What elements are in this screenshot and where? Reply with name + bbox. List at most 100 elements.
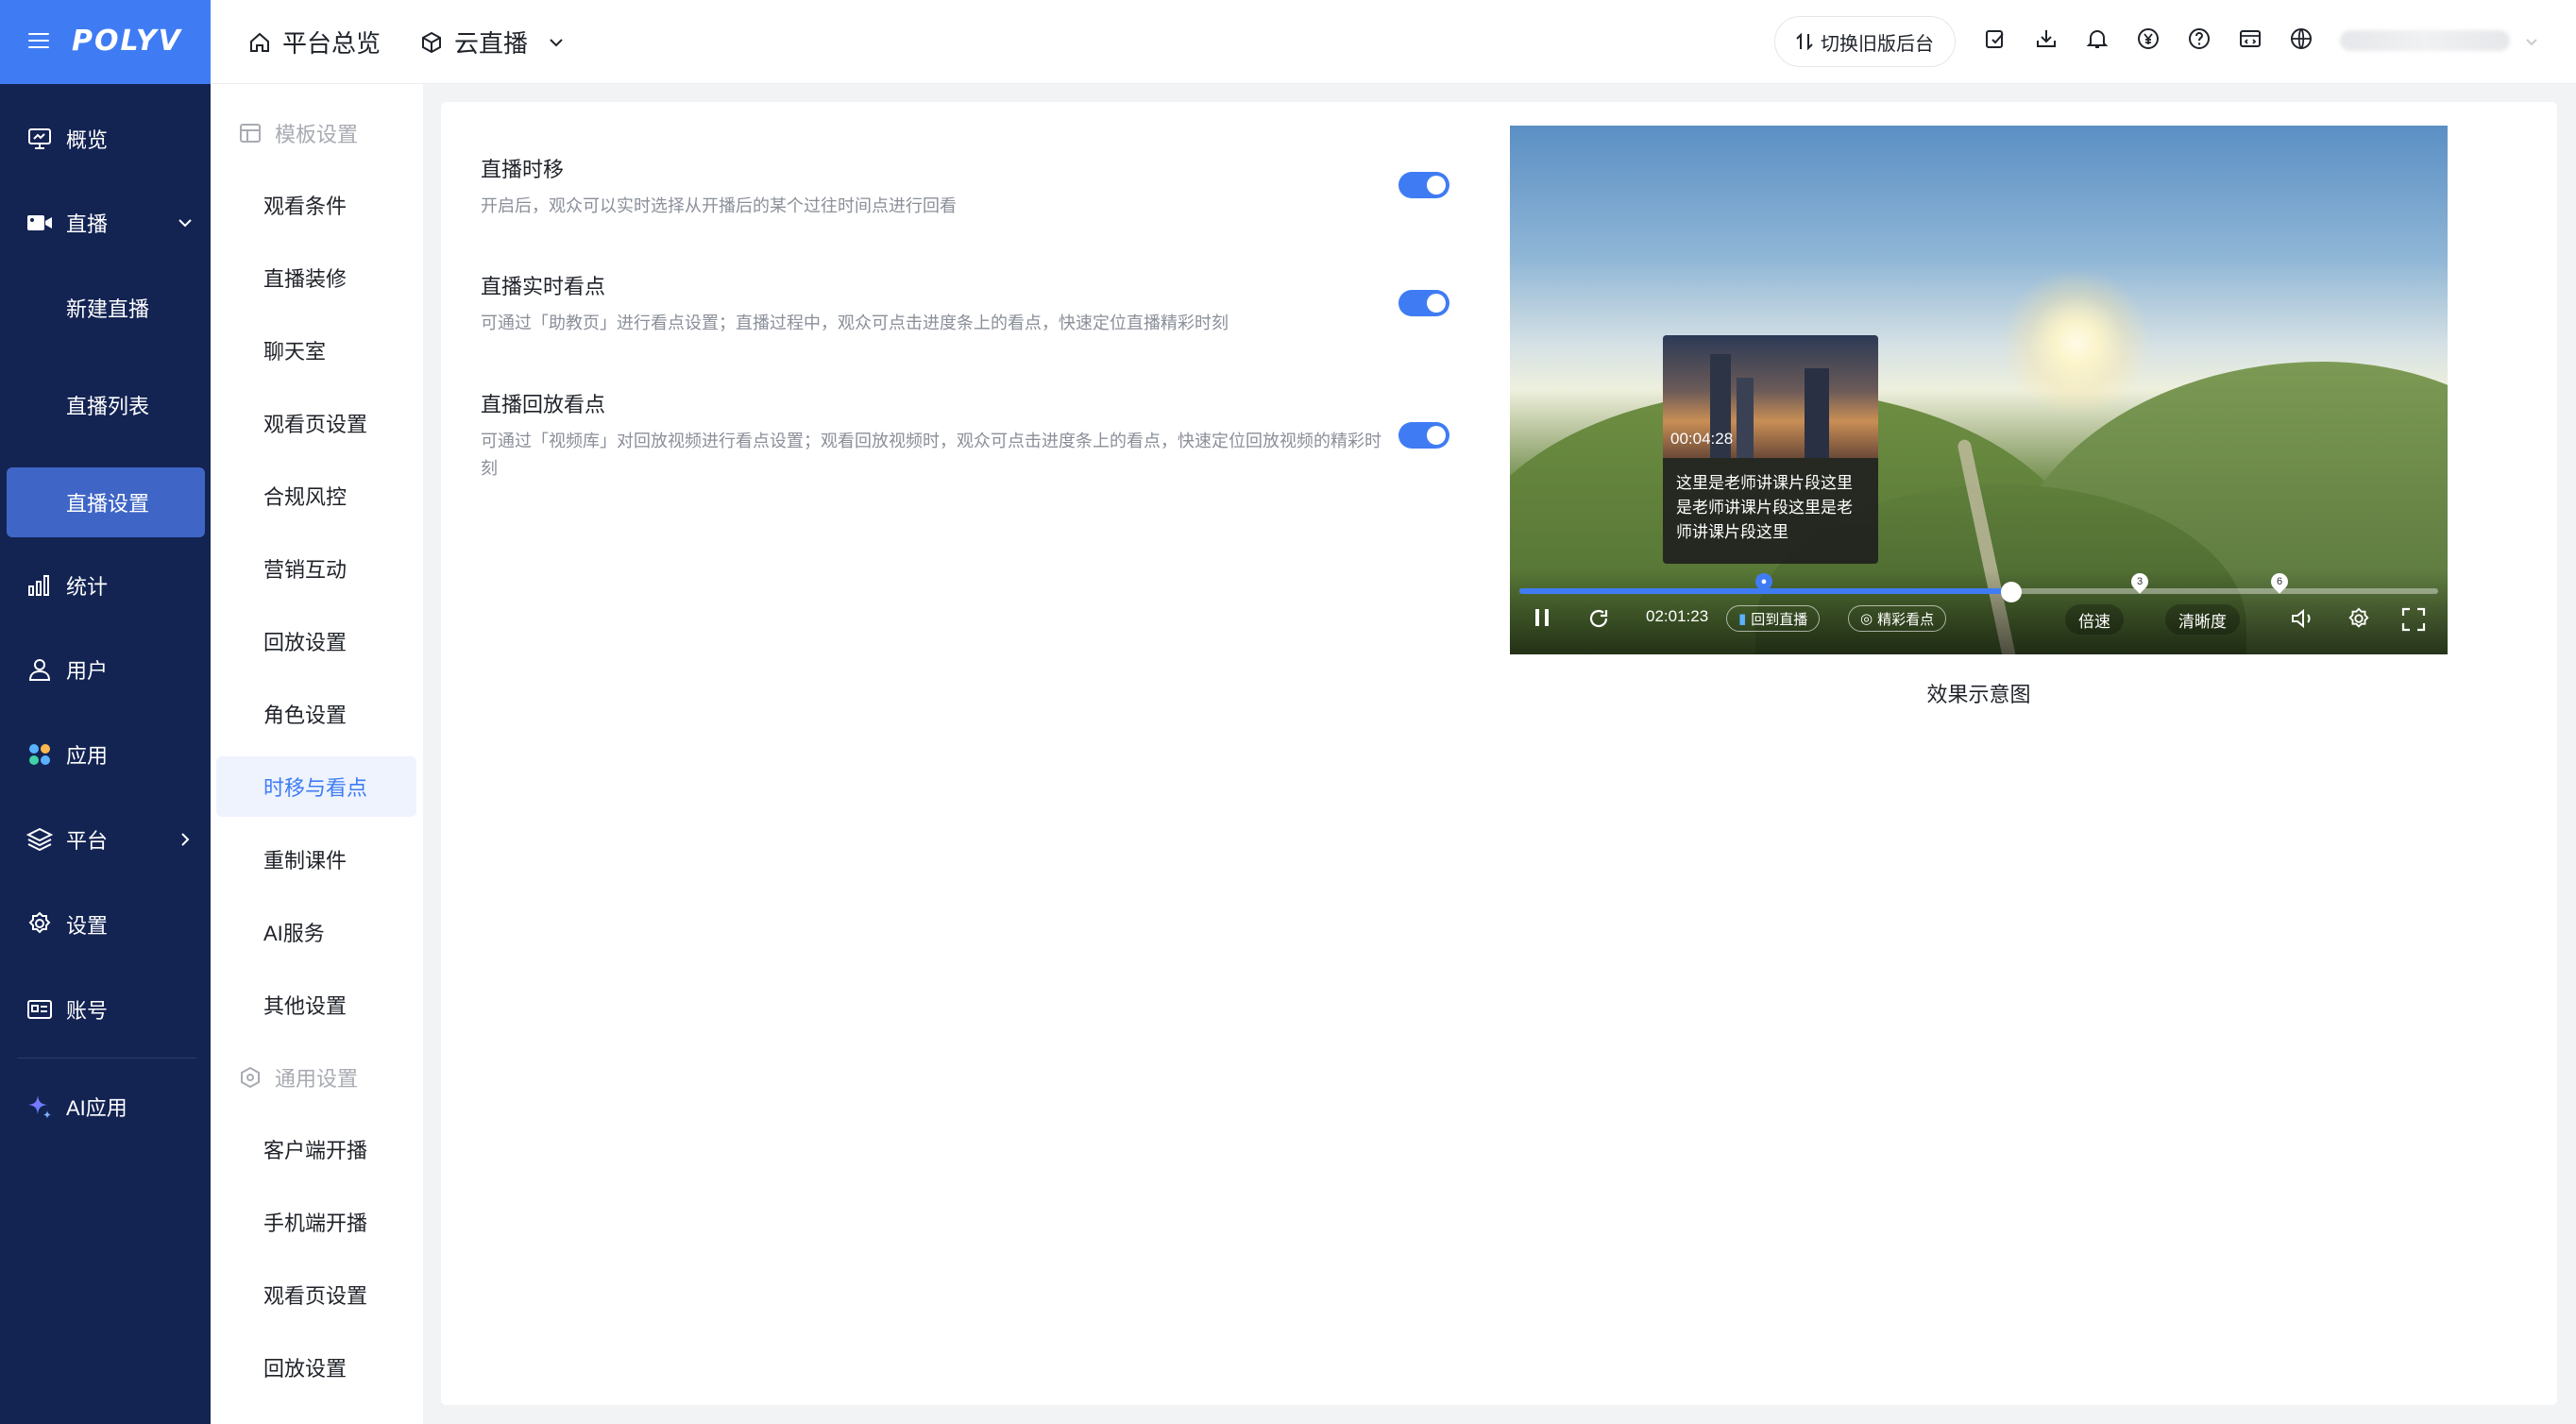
group-template-settings: 模板设置 [239, 118, 358, 148]
nav-item-users[interactable]: 用户 [0, 636, 211, 703]
nav-sub-new-live[interactable]: 新建直播 [0, 275, 211, 341]
id-card-icon [25, 995, 54, 1024]
preview-video-player: 00:04:28 这里是老师讲课片段这里是老师讲课片段这里是老师讲课片段这里 ●… [1510, 126, 2448, 654]
user-icon [25, 655, 54, 684]
polyv-logo: POLYV [72, 25, 182, 58]
bell-icon[interactable] [2084, 25, 2110, 52]
toggle-live-timeshift[interactable] [1398, 172, 1449, 198]
nav-item-stats[interactable]: 统计 [0, 552, 211, 619]
settings-subnav: 模板设置 观看条件 直播装修 聊天室 观看页设置 合规风控 营销互动 回放设置 … [211, 84, 423, 1424]
toggle-playback-highlights[interactable] [1398, 422, 1449, 449]
code-window-icon[interactable] [2237, 25, 2263, 52]
tooltip-time: 00:04:28 [1670, 430, 1734, 448]
nav-item-live[interactable]: 直播 [0, 190, 211, 256]
nav-sub-live-settings[interactable]: 直播设置 [7, 467, 205, 537]
toggle-live-highlights[interactable] [1398, 290, 1449, 316]
nav-item-ai-apps[interactable]: AI应用 [0, 1074, 211, 1140]
chevron-down-icon [177, 212, 194, 237]
subnav-compliance[interactable]: 合规风控 [216, 466, 416, 526]
volume-button[interactable] [2290, 607, 2316, 630]
subnav-general-playback[interactable]: 回放设置 [216, 1337, 416, 1398]
gear-icon [2348, 607, 2369, 628]
header-toolbar [1982, 25, 2314, 52]
nav-item-settings[interactable]: 设置 [0, 891, 211, 958]
pause-icon [1535, 609, 1549, 626]
main-nav: POLYV 概览 直播 新建直播 直播列表 直播设置 统计 用户 应用 平台 设… [0, 0, 211, 1424]
chevron-right-icon [177, 829, 194, 854]
group-general-settings: 通用设置 [239, 1062, 358, 1093]
setting-playback-highlights: 直播回放看点 可通过「视频库」对回放视频进行看点设置；观看回放视频时，观众可点击… [481, 393, 1381, 478]
cube-icon [420, 31, 443, 54]
nav-sub-live-list[interactable]: 直播列表 [0, 372, 211, 438]
top-header: 平台总览 云直播 切换旧版后台 [211, 0, 2576, 84]
back-to-live-button[interactable]: ▮ 回到直播 [1726, 605, 1821, 632]
current-time: 02:01:23 [1646, 607, 1709, 625]
home-icon [248, 31, 271, 54]
subnav-other-settings[interactable]: 其他设置 [216, 975, 416, 1035]
volume-icon [2292, 608, 2311, 629]
subnav-timeshift-highlights[interactable]: 时移与看点 [216, 756, 416, 817]
nav-item-apps[interactable]: 应用 [0, 721, 211, 788]
edit-note-icon[interactable] [1982, 25, 2008, 52]
user-account-menu[interactable] [2340, 30, 2510, 51]
gear-icon [25, 910, 54, 939]
globe-icon[interactable] [2288, 25, 2314, 52]
setting-live-highlights: 直播实时看点 可通过「助教页」进行看点设置；直播过程中，观众可点击进度条上的看点… [481, 275, 1229, 332]
sun-glow [2001, 267, 2152, 418]
help-icon[interactable] [2186, 25, 2212, 52]
hamburger-menu-icon[interactable] [28, 33, 49, 50]
fullscreen-button[interactable] [2401, 607, 2426, 632]
nav-item-account[interactable]: 账号 [0, 976, 211, 1043]
subnav-roles[interactable]: 角色设置 [216, 684, 416, 744]
subnav-live-decoration[interactable]: 直播装修 [216, 247, 416, 308]
chevron-down-icon [547, 33, 566, 52]
target-icon: ◎ [1860, 611, 1873, 627]
nav-divider [17, 1058, 196, 1059]
swap-icon [1796, 32, 1813, 51]
download-icon[interactable] [2033, 25, 2059, 52]
subnav-watch-conditions[interactable]: 观看条件 [216, 175, 416, 235]
product-switcher[interactable]: 云直播 [420, 25, 566, 59]
subnav-watch-page[interactable]: 观看页设置 [216, 393, 416, 453]
subnav-chatroom[interactable]: 聊天室 [216, 320, 416, 381]
yen-icon[interactable] [2135, 25, 2161, 52]
apps-icon [25, 740, 54, 769]
quality-button[interactable]: 清晰度 [2165, 604, 2240, 635]
highlight-marker-active[interactable]: ● [1752, 569, 1776, 594]
subnav-ai-service[interactable]: AI服务 [216, 902, 416, 962]
subnav-general-watch-page[interactable]: 观看页设置 [216, 1264, 416, 1325]
speed-button[interactable]: 倍速 [2065, 604, 2124, 635]
sparkle-icon [25, 1093, 54, 1121]
subnav-mobile-broadcast[interactable]: 手机端开播 [216, 1192, 416, 1252]
tooltip-text: 这里是老师讲课片段这里是老师讲课片段这里是老师讲课片段这里 [1676, 474, 1853, 541]
pause-button[interactable] [1533, 607, 1551, 628]
subnav-client-broadcast[interactable]: 客户端开播 [216, 1119, 416, 1179]
progress-handle[interactable] [2001, 582, 2022, 602]
subnav-playback[interactable]: 回放设置 [216, 611, 416, 671]
fullscreen-icon [2401, 607, 2426, 632]
highlights-button[interactable]: ◎ 精彩看点 [1848, 605, 1947, 632]
chevron-down-icon [2524, 34, 2539, 54]
highlight-marker-6[interactable]: 6 [2267, 569, 2292, 594]
layers-icon [25, 825, 54, 854]
preview-caption: 效果示意图 [1926, 683, 2031, 706]
refresh-button[interactable] [1587, 607, 1610, 630]
highlight-marker-3[interactable]: 3 [2127, 569, 2152, 594]
platform-overview-link[interactable]: 平台总览 [248, 25, 381, 59]
monitor-icon [25, 125, 54, 153]
brand-bar: POLYV [0, 0, 211, 84]
player-settings-button[interactable] [2347, 607, 2371, 632]
main-content: 直播时移 开启后，观众可以实时选择从开播后的某个过往时间点进行回看 直播实时看点… [441, 102, 2557, 1405]
template-icon [239, 122, 262, 144]
refresh-icon [1589, 609, 1608, 628]
subnav-remake-courseware[interactable]: 重制课件 [216, 829, 416, 890]
switch-legacy-button[interactable]: 切换旧版后台 [1774, 16, 1956, 67]
subnav-marketing[interactable]: 营销互动 [216, 538, 416, 599]
bar-chart-icon [25, 571, 54, 600]
video-icon [25, 209, 54, 237]
nav-item-platform[interactable]: 平台 [0, 806, 211, 873]
bars-icon: ▮ [1738, 611, 1747, 627]
nav-item-overview[interactable]: 概览 [0, 106, 211, 172]
hexagon-gear-icon [239, 1066, 262, 1089]
setting-live-timeshift: 直播时移 开启后，观众可以实时选择从开播后的某个过往时间点进行回看 [481, 158, 957, 215]
